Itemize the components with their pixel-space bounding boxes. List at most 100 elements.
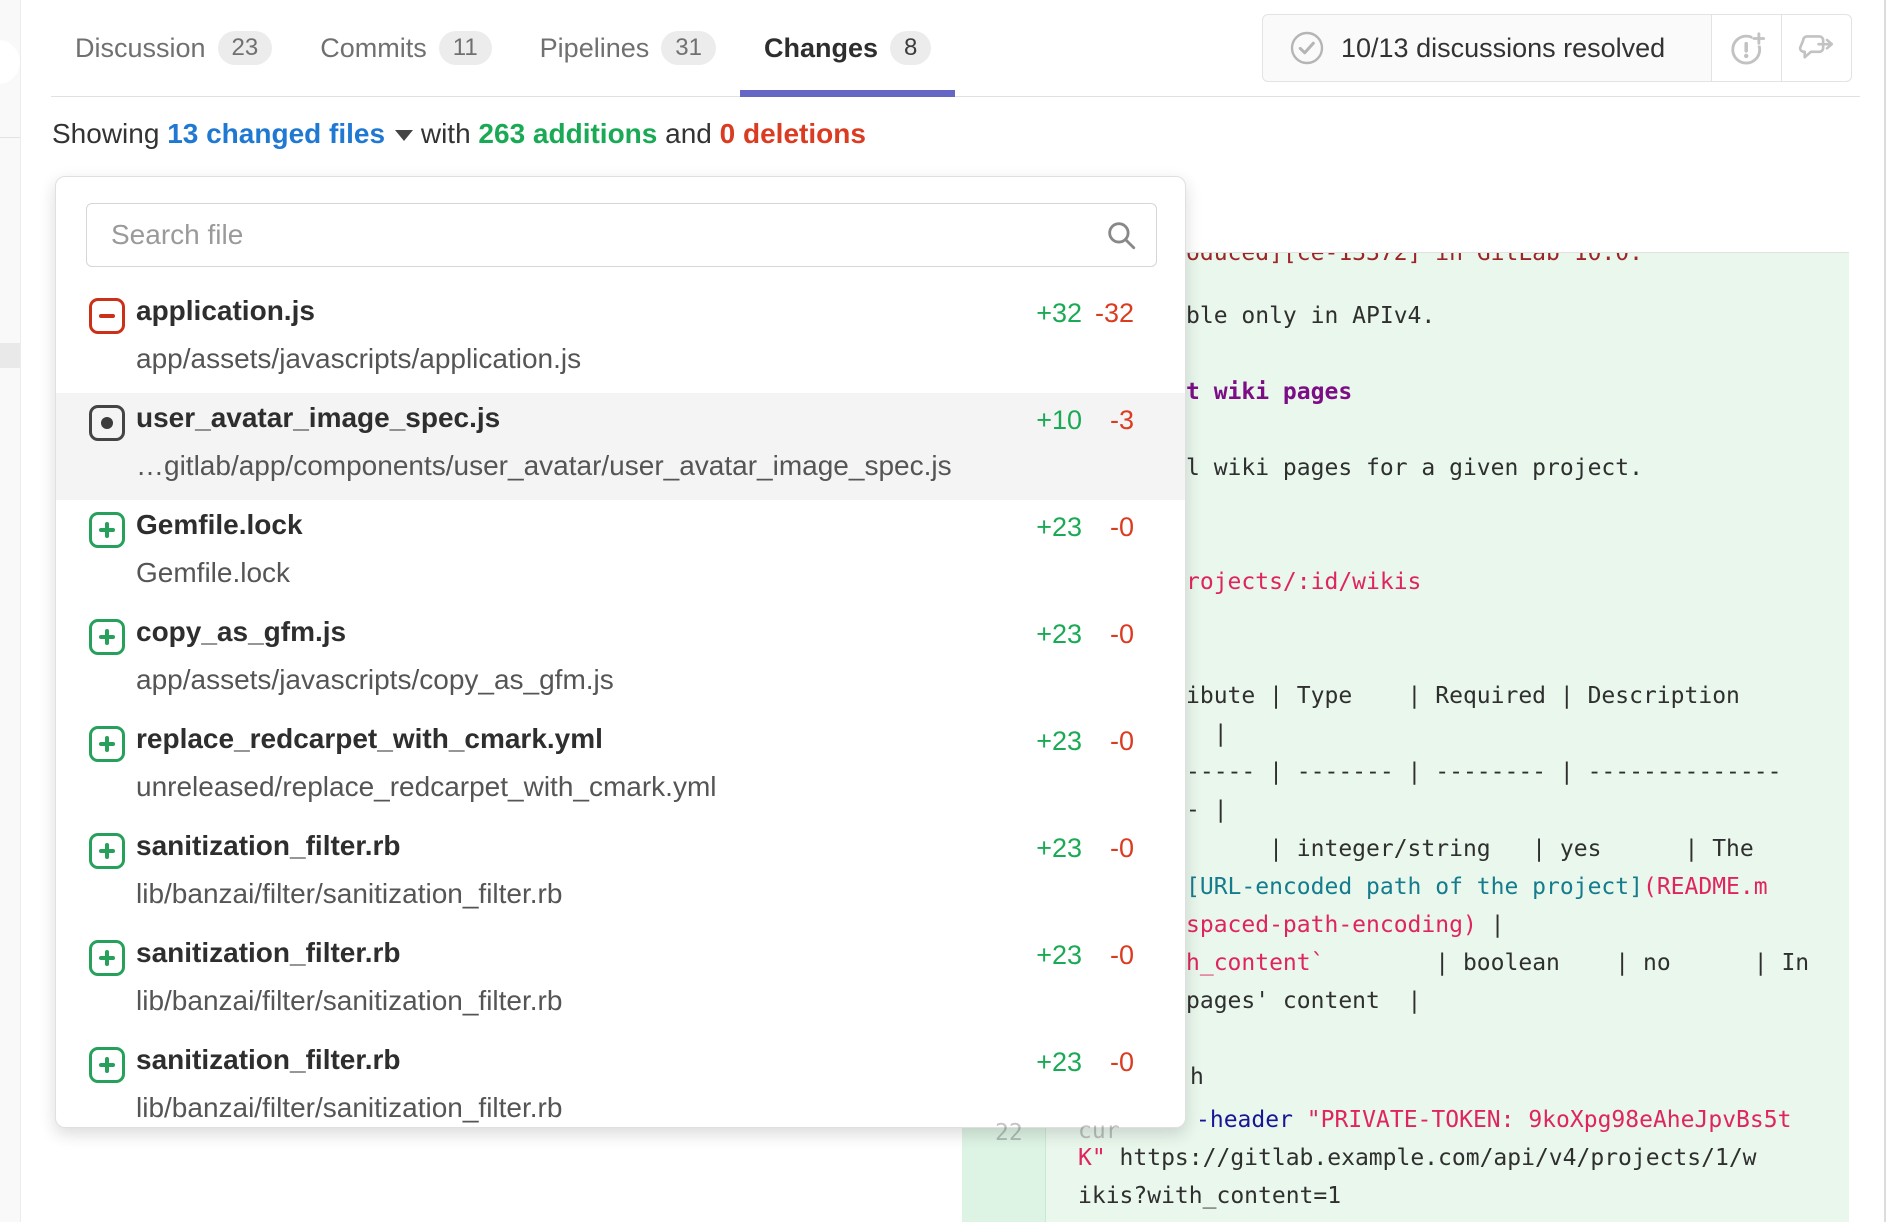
changed-file-row[interactable]: Gemfile.lock Gemfile.lock +23 -0 [56,500,1185,607]
file-path: lib/banzai/filter/sanitization_filter.rb [136,1092,562,1124]
left-edge-block [0,343,20,368]
discussion-controls: 10/13 discussions resolved [1262,14,1852,82]
diff-line-number: 22 [995,1120,1023,1146]
summary-with: with [421,118,471,149]
file-additions: +32 [1036,298,1082,329]
deletions-count: 0 deletions [720,118,866,149]
file-deletions: -0 [1110,726,1134,757]
file-status-icon [89,833,125,869]
file-name: replace_redcarpet_with_cmark.yml [136,723,603,755]
search-file-input[interactable] [87,219,1104,251]
file-name: copy_as_gfm.js [136,616,346,648]
tab[interactable]: Commits 11 [296,0,515,96]
file-deletions: -0 [1110,940,1134,971]
file-status-icon [89,940,125,976]
diff-code-line: [URL-encoded path of the project](README… [1186,872,1768,902]
summary-prefix: Showing [52,118,159,149]
summary-and: and [665,118,712,149]
jump-to-next-discussion-button[interactable] [1782,14,1852,82]
divider [0,137,20,138]
merge-request-changes-page: oduced][ce-13372] in GitLab 10.0.ble onl… [0,0,1900,1222]
check-circle-icon [1289,30,1325,66]
changed-files-dropdown-toggle[interactable]: 13 changed files [167,118,385,149]
diff-code-line: oduced][ce-13372] in GitLab 10.0. [1186,252,1643,268]
issue-new-icon [1728,29,1766,67]
file-path: lib/banzai/filter/sanitization_filter.rb [136,878,562,910]
file-additions: +10 [1036,405,1082,436]
search-icon [1104,218,1138,252]
file-path: app/assets/javascripts/application.js [136,343,581,375]
file-name: user_avatar_image_spec.js [136,402,500,434]
file-status-icon [89,512,125,548]
file-name: sanitization_filter.rb [136,830,401,862]
diff-code-line: | [1186,719,1228,749]
file-name: Gemfile.lock [136,509,303,541]
page-edge-divider [1884,0,1886,1222]
avatar [0,40,20,84]
file-name: sanitization_filter.rb [136,937,401,969]
tab[interactable]: Changes 8 [740,0,955,96]
additions-count: 263 additions [478,118,657,149]
file-deletions: -0 [1110,833,1134,864]
file-path: …gitlab/app/components/user_avatar/user_… [136,450,952,482]
resolve-all-in-new-issue-button[interactable] [1712,14,1782,82]
changed-file-row[interactable]: application.js app/assets/javascripts/ap… [56,286,1185,393]
diff-code-line: K" https://gitlab.example.com/api/v4/pro… [1078,1143,1757,1173]
file-status-icon [89,405,125,441]
file-search-box [86,203,1157,267]
left-edge-panel [0,0,21,1222]
file-additions: +23 [1036,833,1082,864]
tab-label: Changes [764,33,878,64]
changed-file-row[interactable]: sanitization_filter.rb lib/banzai/filter… [56,1035,1185,1128]
file-path: app/assets/javascripts/copy_as_gfm.js [136,664,614,696]
changed-file-row[interactable]: replace_redcarpet_with_cmark.yml unrelea… [56,714,1185,821]
tab[interactable]: Pipelines 31 [516,0,740,96]
file-path: unreleased/replace_redcarpet_with_cmark.… [136,771,717,803]
tabs-list: Discussion 23 Commits 11 Pipelines 31 Ch… [51,0,955,96]
file-deletions: -0 [1110,1047,1134,1078]
tab-label: Pipelines [540,33,650,64]
changed-file-row[interactable]: sanitization_filter.rb lib/banzai/filter… [56,928,1185,1035]
file-status-icon [89,298,125,334]
file-name: application.js [136,295,315,327]
diff-code-line: pages' content | [1186,986,1421,1016]
diff-code-line: ----- | ------- | -------- | -----------… [1186,757,1781,787]
changed-files-list: application.js app/assets/javascripts/ap… [56,286,1185,1128]
file-deletions: -0 [1110,619,1134,650]
changed-file-row[interactable]: user_avatar_image_spec.js …gitlab/app/co… [56,393,1185,500]
tab-label: Discussion [75,33,206,64]
file-additions: +23 [1036,726,1082,757]
diff-code-line: h [1190,1062,1204,1092]
tab-count-badge: 23 [218,31,273,65]
diff-code-line: l wiki pages for a given project. [1186,453,1643,483]
file-status-icon [89,619,125,655]
file-status-icon [89,1047,125,1083]
diff-code-line: ibute | Type | Required | Description [1186,681,1740,711]
file-status-icon [89,726,125,762]
diff-code-line: rojects/:id/wikis [1186,567,1421,597]
discussions-resolved-label: 10/13 discussions resolved [1341,33,1665,64]
tab-label: Commits [320,33,427,64]
diff-code-fragment: cur [1078,1118,1120,1144]
file-name: sanitization_filter.rb [136,1044,401,1076]
file-additions: +23 [1036,619,1082,650]
diff-code-line: -header "PRIVATE-TOKEN: 9koXpg98eAheJpvB… [1196,1105,1791,1135]
changed-file-row[interactable]: sanitization_filter.rb lib/banzai/filter… [56,821,1185,928]
file-deletions: -0 [1110,512,1134,543]
chevron-down-icon[interactable] [395,130,413,141]
changes-summary: Showing 13 changed files with 263 additi… [52,118,866,150]
diff-code-line: h_content` | boolean | no | In [1186,948,1809,978]
file-deletions: -3 [1110,405,1134,436]
changed-files-dropdown: application.js app/assets/javascripts/ap… [55,176,1186,1128]
file-additions: +23 [1036,1047,1082,1078]
file-additions: +23 [1036,512,1082,543]
tab[interactable]: Discussion 23 [51,0,296,96]
tab-count-badge: 8 [890,31,931,65]
diff-code-line: | integer/string | yes | The [1186,834,1754,864]
comment-next-icon [1797,28,1837,68]
diff-code-line: ikis?with_content=1 [1078,1181,1341,1211]
file-path: Gemfile.lock [136,557,290,589]
diff-code-line: t wiki pages [1186,377,1352,407]
changed-file-row[interactable]: copy_as_gfm.js app/assets/javascripts/co… [56,607,1185,714]
discussions-resolved-status: 10/13 discussions resolved [1262,14,1712,82]
